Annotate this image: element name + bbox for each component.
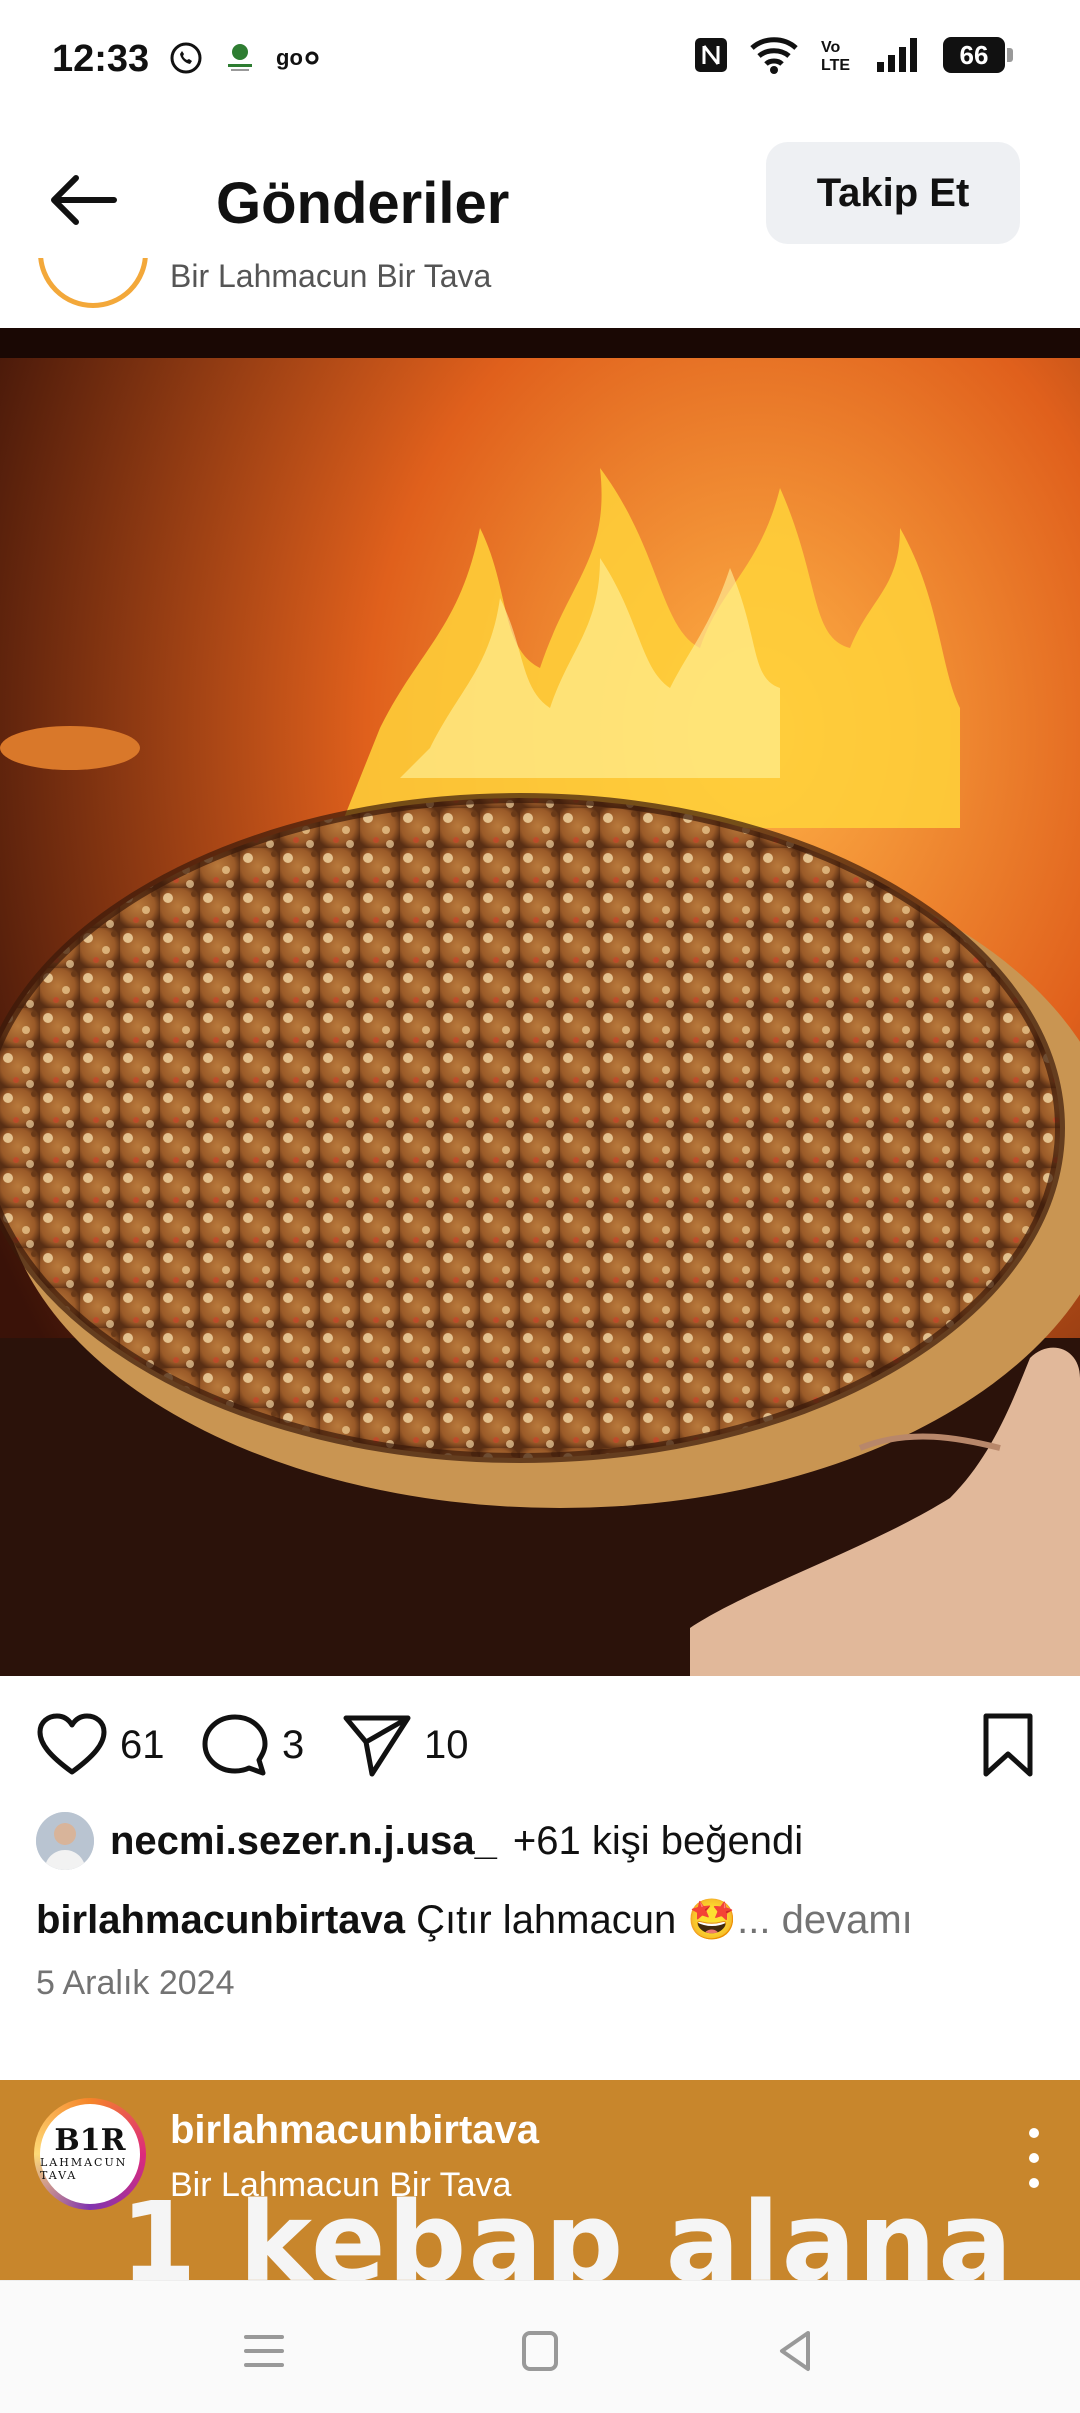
next-post-header[interactable]: 1 kebap alana B1R LAHMACUN TAVA birlahma…	[0, 2080, 1080, 2280]
comments-count: 3	[282, 1722, 305, 1767]
comment-icon[interactable]	[200, 1712, 270, 1778]
brand-logo: B1R LAHMACUN TAVA	[40, 2104, 140, 2204]
comment-action[interactable]: 3	[200, 1712, 304, 1778]
shares-count: 10	[424, 1722, 469, 1767]
goo-icon: go	[276, 45, 319, 70]
back-arrow-icon[interactable]	[44, 170, 124, 230]
logo-main-text: B1R	[54, 2123, 126, 2158]
bookmark-icon[interactable]	[980, 1712, 1036, 1778]
svg-text:LTE: LTE	[821, 57, 850, 74]
post-date: 5 Aralık 2024	[36, 1964, 235, 2002]
home-icon[interactable]	[510, 2321, 570, 2381]
like-action[interactable]: 61	[36, 1712, 165, 1778]
likes-text[interactable]: +61 kişi beğendi	[513, 1819, 803, 1864]
svg-text:Vo: Vo	[821, 39, 840, 56]
previous-post-header: Bir Lahmacun Bir Tava	[0, 258, 1080, 328]
post-image[interactable]	[0, 328, 1080, 1676]
whatsapp-icon	[170, 42, 202, 74]
likes-count: 61	[120, 1722, 165, 1767]
likes-summary: necmi.sezer.n.j.usa_ +61 kişi beğendi	[36, 1812, 803, 1870]
more-link[interactable]: ... devamı	[737, 1898, 913, 1942]
next-post-subtitle: Bir Lahmacun Bir Tava	[170, 2166, 512, 2204]
volte-icon: VoLTE	[821, 39, 850, 74]
send-icon[interactable]	[342, 1712, 412, 1778]
menu-icon[interactable]	[234, 2321, 294, 2381]
caption-author[interactable]: birlahmacunbirtava	[36, 1898, 405, 1942]
app-icon	[228, 44, 252, 71]
avatar[interactable]	[38, 258, 148, 308]
nfc-icon	[695, 38, 727, 72]
back-icon[interactable]	[766, 2321, 826, 2381]
next-post-username[interactable]: birlahmacunbirtava	[170, 2108, 539, 2153]
more-options-icon[interactable]	[1024, 2128, 1044, 2188]
battery-indicator: 66	[943, 37, 1013, 73]
status-bar: 12:33 go Vo LTE 66	[0, 0, 1080, 120]
wifi-icon	[750, 37, 798, 74]
heart-icon[interactable]	[36, 1712, 108, 1778]
notification-icons: go	[168, 40, 320, 76]
post-caption: birlahmacunbirtava Çıtır lahmacun 🤩... d…	[36, 1896, 913, 1943]
liker-name[interactable]: necmi.sezer.n.j.usa_	[110, 1819, 497, 1864]
share-action[interactable]: 10	[342, 1712, 469, 1778]
system-nav-bar	[0, 2280, 1080, 2413]
page-title: Gönderiler	[216, 171, 510, 236]
status-time: 12:33	[52, 38, 150, 80]
system-icons: Vo LTE 66	[693, 36, 1013, 74]
previous-post-subtitle: Bir Lahmacun Bir Tava	[170, 258, 492, 294]
signal-icon	[877, 38, 917, 72]
avatar[interactable]	[36, 1812, 94, 1870]
svg-text:go: go	[276, 45, 303, 70]
caption-text: Çıtır lahmacun 🤩	[416, 1898, 738, 1942]
lahmacun-photo	[0, 328, 1080, 1676]
post-actions: 61 3 10	[0, 1700, 1080, 1790]
follow-button[interactable]: Takip Et	[766, 142, 1020, 244]
logo-sub-text: LAHMACUN TAVA	[40, 2156, 128, 2182]
avatar[interactable]: B1R LAHMACUN TAVA	[34, 2098, 146, 2210]
